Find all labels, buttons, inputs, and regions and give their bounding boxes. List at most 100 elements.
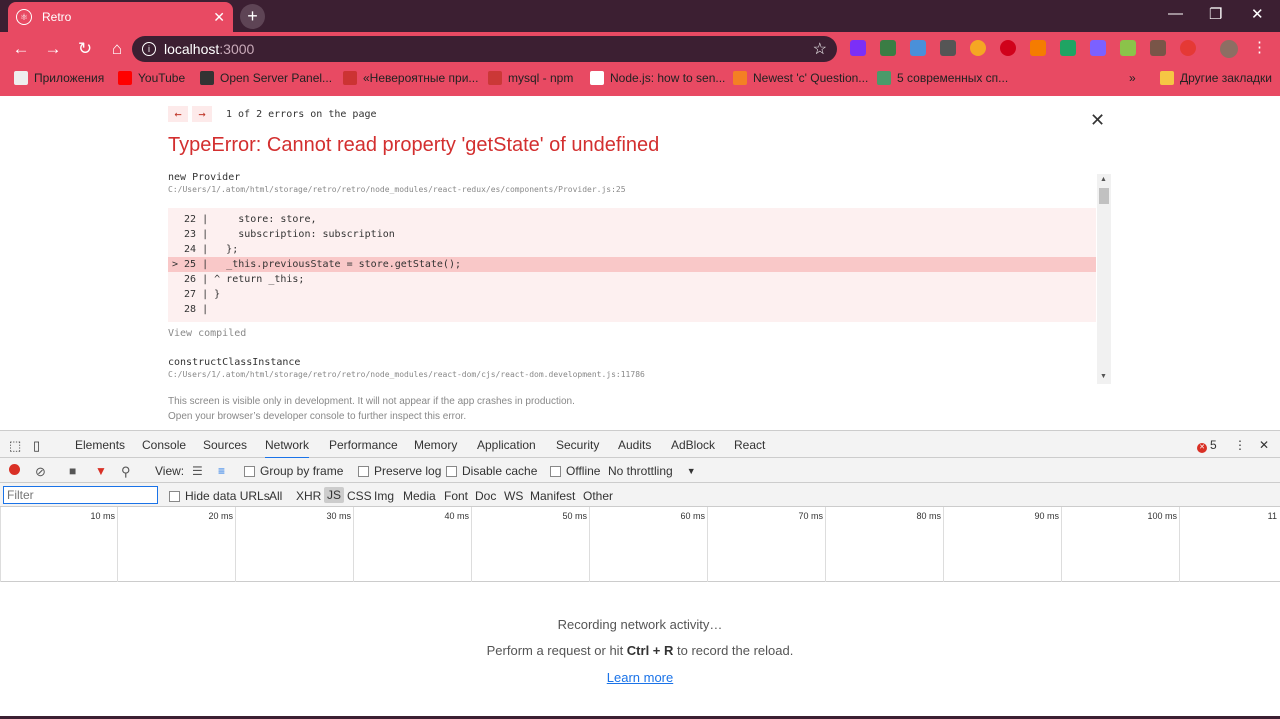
bookmark-item-other[interactable]: Другие закладки [1160, 71, 1272, 85]
bookmark-item[interactable]: YouTube [118, 71, 185, 85]
more-bookmarks-icon[interactable]: » [1129, 71, 1136, 85]
extension-icon[interactable] [1060, 40, 1076, 56]
devtools-menu-icon[interactable]: ⋮ [1234, 438, 1246, 452]
footnote-line: Open your browser’s developer console to… [168, 411, 467, 422]
bookmark-item[interactable]: Open Server Panel... [200, 71, 332, 85]
tab-performance[interactable]: Performance [329, 438, 398, 452]
react-favicon-icon: ⚛ [16, 9, 32, 25]
extension-icon[interactable] [1000, 40, 1016, 56]
close-tab-icon[interactable]: ✕ [213, 9, 225, 26]
throttling-select[interactable]: No throttling ▼ [608, 464, 696, 478]
bookmark-item[interactable]: Приложения [14, 71, 104, 85]
devtools-tabbar: ⬚ ▯ Elements Console Sources Network Per… [0, 431, 1280, 459]
extension-icon[interactable] [940, 40, 956, 56]
frame-function: constructClassInstance [168, 357, 301, 368]
extension-icon[interactable] [1150, 40, 1166, 56]
bookmark-item[interactable]: mysql - npm [488, 71, 573, 85]
scrollbar-thumb[interactable] [1099, 188, 1109, 204]
close-devtools-icon[interactable]: ✕ [1259, 438, 1269, 452]
device-toolbar-icon[interactable]: ▯ [33, 438, 40, 454]
home-icon[interactable]: ⌂ [102, 39, 132, 59]
learn-more-link[interactable]: Learn more [607, 670, 673, 685]
tab-adblock[interactable]: AdBlock [671, 438, 715, 452]
disable-cache-checkbox[interactable]: Disable cache [446, 464, 537, 478]
tab-audits[interactable]: Audits [618, 438, 651, 452]
avatar[interactable] [1220, 40, 1238, 58]
tab-security[interactable]: Security [556, 438, 599, 452]
type-filter-img[interactable]: Img [374, 489, 394, 503]
type-filter-js[interactable]: JS [324, 487, 345, 503]
screenshot-icon[interactable]: ■ [69, 464, 76, 478]
stack-trace[interactable]: new Provider C:/Users/1/.atom/html/stora… [168, 172, 1112, 386]
extension-icon[interactable] [850, 40, 866, 56]
clear-icon[interactable]: ⊘ [35, 464, 46, 480]
minimize-icon[interactable]: — [1168, 5, 1183, 22]
bookmark-item[interactable]: Newest 'c' Question... [733, 71, 868, 85]
type-filter-css[interactable]: CSS [347, 489, 372, 503]
tab-react[interactable]: React [734, 438, 765, 452]
record-icon[interactable] [9, 464, 20, 475]
filter-input[interactable] [3, 486, 158, 504]
network-timeline[interactable]: 10 ms 20 ms 30 ms 40 ms 50 ms 60 ms 70 m… [0, 507, 1280, 582]
checkbox[interactable] [446, 465, 457, 477]
frame-path[interactable]: C:/Users/1/.atom/html/storage/retro/retr… [168, 370, 1112, 379]
frame-path[interactable]: C:/Users/1/.atom/html/storage/retro/retr… [168, 185, 1112, 194]
tab-sources[interactable]: Sources [203, 438, 247, 452]
extension-icon[interactable] [970, 40, 986, 56]
filter-icon[interactable]: ▼ [95, 464, 107, 478]
offline-checkbox[interactable]: Offline [550, 464, 600, 478]
checkbox[interactable] [169, 490, 180, 502]
checkbox[interactable] [550, 465, 561, 477]
maximize-icon[interactable]: ❐ [1209, 5, 1222, 23]
extension-icon[interactable] [1030, 40, 1046, 56]
checkbox[interactable] [358, 465, 369, 477]
forward-icon[interactable]: → [38, 39, 68, 59]
tab-elements[interactable]: Elements [75, 438, 125, 452]
next-error-button[interactable]: → [192, 106, 212, 122]
scroll-up-icon[interactable]: ▲ [1100, 176, 1107, 183]
bookmark-item[interactable]: Node.js: how to sen... [590, 71, 725, 85]
bookmark-item[interactable]: 5 современных сп... [877, 71, 1008, 85]
extension-icon[interactable] [910, 40, 926, 56]
type-filter-ws[interactable]: WS [504, 489, 523, 503]
type-filter-manifest[interactable]: Manifest [530, 489, 575, 503]
tab-console[interactable]: Console [142, 438, 186, 452]
site-info-icon[interactable]: i [142, 42, 156, 56]
extension-icon[interactable] [1120, 40, 1136, 56]
waterfall-view-icon[interactable]: ≡ [218, 464, 225, 478]
tab-network[interactable]: Network [265, 438, 310, 459]
scroll-down-icon[interactable]: ▼ [1100, 373, 1107, 380]
type-filter-font[interactable]: Font [444, 489, 468, 503]
extension-icon[interactable] [1180, 40, 1196, 56]
inspect-element-icon[interactable]: ⬚ [9, 438, 21, 454]
view-compiled-link[interactable]: View compiled [168, 328, 1112, 339]
error-badge[interactable]: ✕ 5 [1197, 438, 1217, 453]
new-tab-button[interactable]: + [240, 4, 265, 29]
list-view-icon[interactable]: ☰ [192, 464, 203, 478]
close-overlay-icon[interactable]: ✕ [1090, 110, 1105, 131]
menu-kebab-icon[interactable]: ⋮ [1252, 38, 1267, 56]
bookmark-star-icon[interactable]: ☆ [813, 39, 827, 59]
hide-data-urls-checkbox[interactable]: Hide data URLs [169, 489, 270, 503]
extension-icon[interactable] [880, 40, 896, 56]
search-icon[interactable]: ⚲ [121, 464, 131, 480]
tab-application[interactable]: Application [477, 438, 536, 452]
type-filter-doc[interactable]: Doc [475, 489, 496, 503]
back-icon[interactable]: ← [6, 39, 36, 59]
stack-scrollbar[interactable]: ▲ ▼ [1097, 174, 1111, 384]
bookmark-item[interactable]: «Невероятные при... [343, 71, 478, 85]
browser-tab[interactable]: ⚛ Retro ✕ [8, 2, 233, 32]
type-filter-other[interactable]: Other [583, 489, 613, 503]
checkbox[interactable] [244, 465, 255, 477]
type-filter-xhr[interactable]: XHR [296, 489, 321, 503]
tab-memory[interactable]: Memory [414, 438, 457, 452]
type-filter-all[interactable]: All [269, 489, 282, 503]
close-window-icon[interactable]: ✕ [1251, 5, 1264, 23]
reload-icon[interactable]: ↻ [70, 39, 100, 59]
group-by-frame-checkbox[interactable]: Group by frame [244, 464, 343, 478]
prev-error-button[interactable]: ← [168, 106, 188, 122]
preserve-log-checkbox[interactable]: Preserve log [358, 464, 441, 478]
address-bar[interactable]: i localhost:3000 ☆ [132, 36, 837, 62]
extension-icon[interactable] [1090, 40, 1106, 56]
type-filter-media[interactable]: Media [403, 489, 436, 503]
